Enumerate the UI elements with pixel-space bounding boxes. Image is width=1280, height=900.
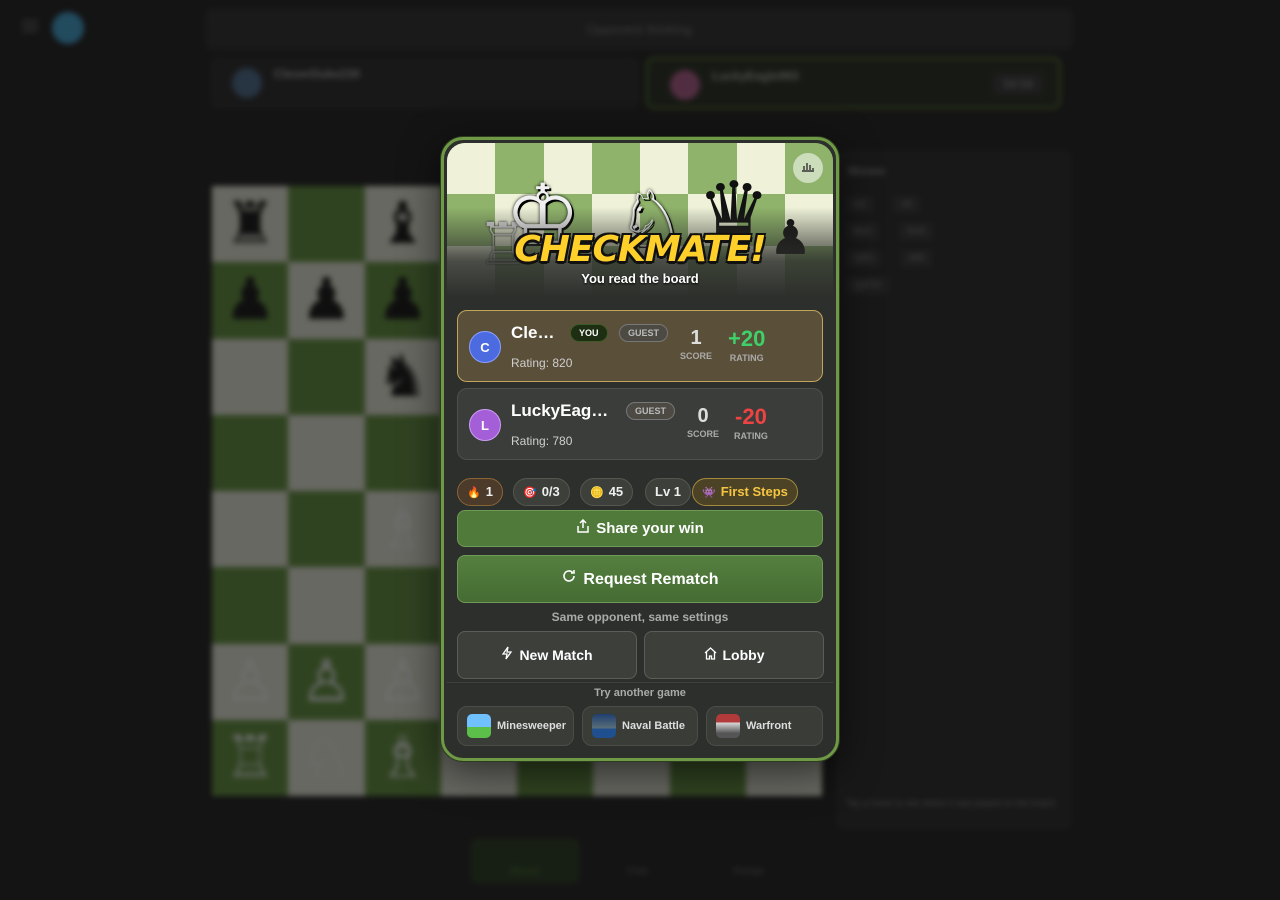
avatar: C bbox=[469, 331, 501, 363]
player-result-row: C Cle… YOU GUEST Rating: 820 1 SCORE +20… bbox=[457, 310, 823, 382]
result-subtitle: You read the board bbox=[581, 271, 699, 286]
player-result-row: L LuckyEag… GUEST Rating: 780 0 SCORE -2… bbox=[457, 388, 823, 460]
score-label: SCORE bbox=[680, 351, 713, 361]
streak-chip: 🔥 1 bbox=[457, 478, 503, 506]
game-naval-battle[interactable]: Naval Battle bbox=[582, 706, 698, 746]
goals-chip: 🎯 0/3 bbox=[513, 478, 570, 506]
stats-chips: 🔥 1 🎯 0/3 🪙 45 Lv 1 👾 First Steps bbox=[457, 478, 823, 506]
home-icon bbox=[704, 632, 717, 678]
rating-delta-label: RATING bbox=[729, 353, 764, 363]
score-stat: 1 SCORE bbox=[680, 327, 712, 361]
fire-icon: 🔥 bbox=[467, 487, 481, 499]
guest-badge: GUEST bbox=[626, 402, 676, 420]
game-warfront[interactable]: Warfront bbox=[706, 706, 823, 746]
share-icon bbox=[576, 511, 590, 546]
score-value: 1 bbox=[690, 327, 702, 349]
score-value: 0 bbox=[697, 405, 709, 427]
target-icon: 🎯 bbox=[523, 487, 537, 499]
guest-badge: GUEST bbox=[619, 324, 669, 342]
player-name: LuckyEag… bbox=[511, 401, 609, 420]
player-rating: Rating: 780 bbox=[511, 434, 573, 448]
score-stat: 0 SCORE bbox=[687, 405, 719, 439]
result-title: CHECKMATE! bbox=[514, 229, 766, 270]
game-minesweeper[interactable]: Minesweeper bbox=[457, 706, 574, 746]
you-badge: YOU bbox=[570, 324, 608, 342]
rematch-button[interactable]: Request Rematch bbox=[457, 555, 823, 603]
stats-chart-icon[interactable] bbox=[793, 153, 823, 183]
score-label: SCORE bbox=[687, 429, 720, 439]
naval-battle-icon bbox=[592, 714, 616, 738]
warfront-icon bbox=[716, 714, 740, 738]
lightning-icon bbox=[501, 632, 513, 678]
achievement-icon: 👾 bbox=[702, 487, 716, 499]
level-chip: Lv 1 bbox=[645, 478, 692, 506]
rating-delta-value: +20 bbox=[728, 326, 766, 351]
rating-delta: -20 RATING bbox=[734, 404, 768, 441]
coin-icon: 🪙 bbox=[590, 487, 604, 499]
xp-chip: 🪙 45 bbox=[580, 478, 634, 506]
achievement-chip[interactable]: 👾 First Steps bbox=[692, 478, 798, 506]
game-over-modal: ♖ ♔ ♘ ♛ ♟ CHECKMATE! You read the board … bbox=[441, 137, 839, 761]
refresh-icon bbox=[561, 556, 577, 602]
rating-delta-value: -20 bbox=[735, 404, 767, 429]
rematch-note: Same opponent, same settings bbox=[551, 610, 729, 624]
hero-banner: ♖ ♔ ♘ ♛ ♟ CHECKMATE! You read the board bbox=[447, 143, 833, 297]
minesweeper-icon bbox=[467, 714, 491, 738]
share-button[interactable]: Share your win bbox=[457, 510, 823, 547]
rating-delta-label: RATING bbox=[734, 431, 768, 441]
lobby-button[interactable]: Lobby bbox=[644, 631, 824, 679]
divider bbox=[447, 682, 833, 683]
player-rating: Rating: 820 bbox=[511, 356, 573, 370]
new-match-button[interactable]: New Match bbox=[457, 631, 637, 679]
avatar: L bbox=[469, 409, 501, 441]
try-another-label: Try another game bbox=[594, 687, 686, 699]
player-name: Cle… bbox=[511, 323, 555, 342]
rating-delta: +20 RATING bbox=[728, 326, 765, 363]
